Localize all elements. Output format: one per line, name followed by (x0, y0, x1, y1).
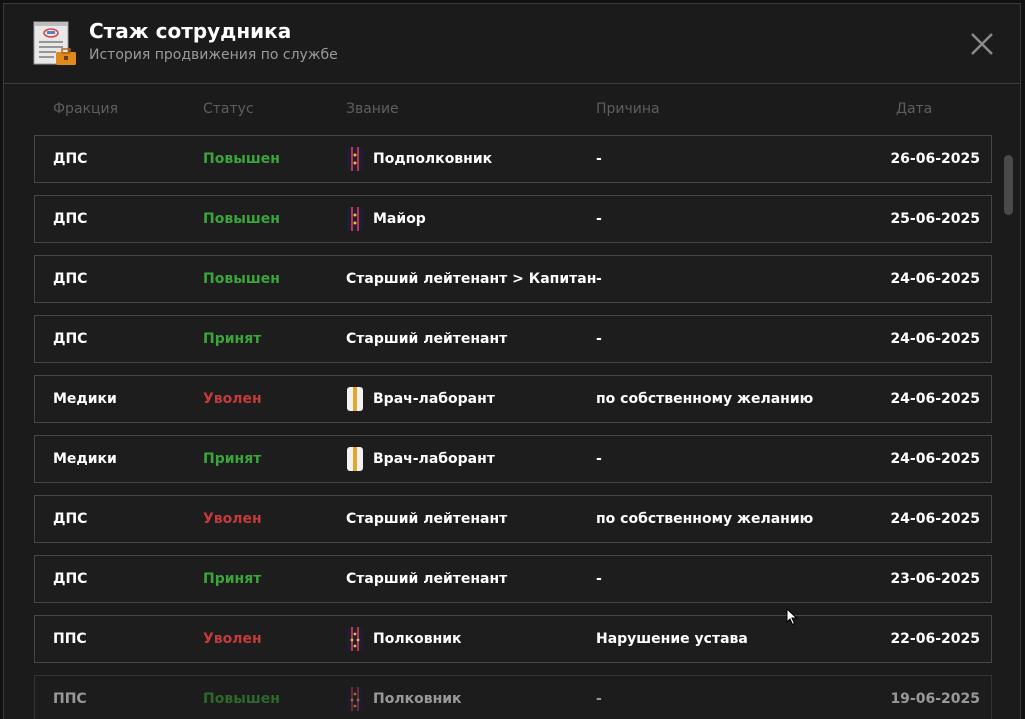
rank-label: Полковник (373, 631, 462, 647)
document-briefcase-icon (33, 21, 76, 65)
reason-cell: - (596, 331, 602, 347)
status-cell: Повышен (203, 151, 280, 167)
date-cell: 19-06-2025 (890, 691, 980, 707)
rank-cell: Старший лейтенант (346, 316, 507, 362)
reason-cell: - (596, 211, 602, 227)
faction-cell: Медики (53, 451, 117, 467)
faction-cell: ДПС (53, 511, 88, 527)
rank-cell: Полковник (346, 676, 462, 719)
status-cell: Повышен (203, 271, 280, 287)
window-header: Стаж сотрудника История продвижения по с… (4, 4, 1020, 84)
table-row[interactable]: ДПС Принят Старший лейтенант - 24-06-2025 (34, 315, 992, 363)
rank-label: Врач-лаборант (373, 391, 495, 407)
rank-label: Старший лейтенант (346, 331, 508, 347)
status-cell: Принят (203, 571, 262, 587)
faction-cell: ДПС (53, 211, 88, 227)
rank-cell: Старший лейтенант (346, 496, 507, 542)
table-row[interactable]: ППС Уволен Полковник Нарушение устава 22-06-… (34, 615, 992, 663)
date-cell: 24-06-2025 (890, 271, 980, 287)
status-cell: Принят (203, 451, 262, 467)
rank-cell: Полковник (346, 616, 462, 662)
faction-cell: ДПС (53, 571, 88, 587)
table-row[interactable]: Медики Уволен Врач-лаборант по собственному… (34, 375, 992, 423)
column-header-date: Дата (896, 101, 933, 117)
status-cell: Принят (203, 331, 262, 347)
police-epaulette-icon (347, 207, 363, 231)
rank-cell: Старший лейтенант > Капитан (346, 256, 596, 302)
date-cell: 25-06-2025 (890, 211, 980, 227)
rank-cell: Врач-лаборант (346, 436, 495, 482)
status-cell: Уволен (203, 511, 262, 527)
rank-cell: Старший лейтенант (346, 556, 507, 602)
rank-cell: Врач-лаборант (346, 376, 495, 422)
rank-label: Подполковник (373, 151, 493, 167)
rank-label: Старший лейтенант > Капитан (346, 271, 597, 287)
table-row[interactable]: ДПС Повышен Подполковник - 26-06-2025 (34, 135, 992, 183)
rank-label: Старший лейтенант (346, 511, 508, 527)
faction-cell: ДПС (53, 331, 88, 347)
employee-seniority-window: Стаж сотрудника История продвижения по с… (3, 3, 1021, 719)
faction-cell: ДПС (53, 271, 88, 287)
page-title: Стаж сотрудника (89, 19, 292, 43)
rank-label: Врач-лаборант (373, 451, 495, 467)
date-cell: 26-06-2025 (890, 151, 980, 167)
table-row[interactable]: ДПС Повышен Майор - 25-06-2025 (34, 195, 992, 243)
history-list[interactable]: ДПС Повышен Подполковник - 26-06-2025 ДПС Повы… (34, 135, 992, 719)
rank-label: Старший лейтенант (346, 571, 508, 587)
date-cell: 24-06-2025 (890, 511, 980, 527)
colonel-epaulette-icon (347, 687, 363, 711)
table-row[interactable]: Медики Принят Врач-лаборант - 24-06-2025 (34, 435, 992, 483)
table-row[interactable]: ДПС Повышен Старший лейтенант > Капитан - 24… (34, 255, 992, 303)
date-cell: 24-06-2025 (890, 331, 980, 347)
rank-cell: Подполковник (346, 136, 492, 182)
column-header-status: Статус (203, 101, 254, 117)
status-cell: Уволен (203, 391, 262, 407)
colonel-epaulette-icon (347, 627, 363, 651)
faction-cell: ДПС (53, 151, 88, 167)
mouse-cursor-icon (786, 608, 798, 626)
reason-cell: - (596, 271, 602, 287)
table-row[interactable]: ППС Повышен Полковник - 19-06-2025 (34, 675, 992, 719)
status-cell: Повышен (203, 691, 280, 707)
close-icon[interactable] (966, 28, 998, 60)
rank-label: Майор (373, 211, 426, 227)
rank-label: Полковник (373, 691, 462, 707)
faction-cell: Медики (53, 391, 117, 407)
date-cell: 23-06-2025 (890, 571, 980, 587)
table-row[interactable]: ДПС Принят Старший лейтенант - 23-06-2025 (34, 555, 992, 603)
police-epaulette-icon (347, 147, 363, 171)
column-header-rank: Звание (346, 101, 399, 117)
date-cell: 24-06-2025 (890, 391, 980, 407)
reason-cell: по собственному желанию (596, 511, 814, 527)
reason-cell: Нарушение устава (596, 631, 748, 647)
column-header-reason: Причина (596, 101, 660, 117)
reason-cell: по собственному желанию (596, 391, 814, 407)
reason-cell: - (596, 691, 602, 707)
date-cell: 22-06-2025 (890, 631, 980, 647)
medic-epaulette-icon (347, 387, 363, 411)
column-header-faction: Фракция (53, 101, 119, 117)
status-cell: Повышен (203, 211, 280, 227)
medic-epaulette-icon (347, 447, 363, 471)
table-row[interactable]: ДПС Уволен Старший лейтенант по собственном… (34, 495, 992, 543)
status-cell: Уволен (203, 631, 262, 647)
faction-cell: ППС (53, 691, 87, 707)
rank-cell: Майор (346, 196, 426, 242)
reason-cell: - (596, 151, 602, 167)
reason-cell: - (596, 451, 602, 467)
scrollbar-thumb[interactable] (1004, 155, 1013, 215)
faction-cell: ППС (53, 631, 87, 647)
date-cell: 24-06-2025 (890, 451, 980, 467)
reason-cell: - (596, 571, 602, 587)
page-subtitle: История продвижения по службе (89, 47, 338, 63)
